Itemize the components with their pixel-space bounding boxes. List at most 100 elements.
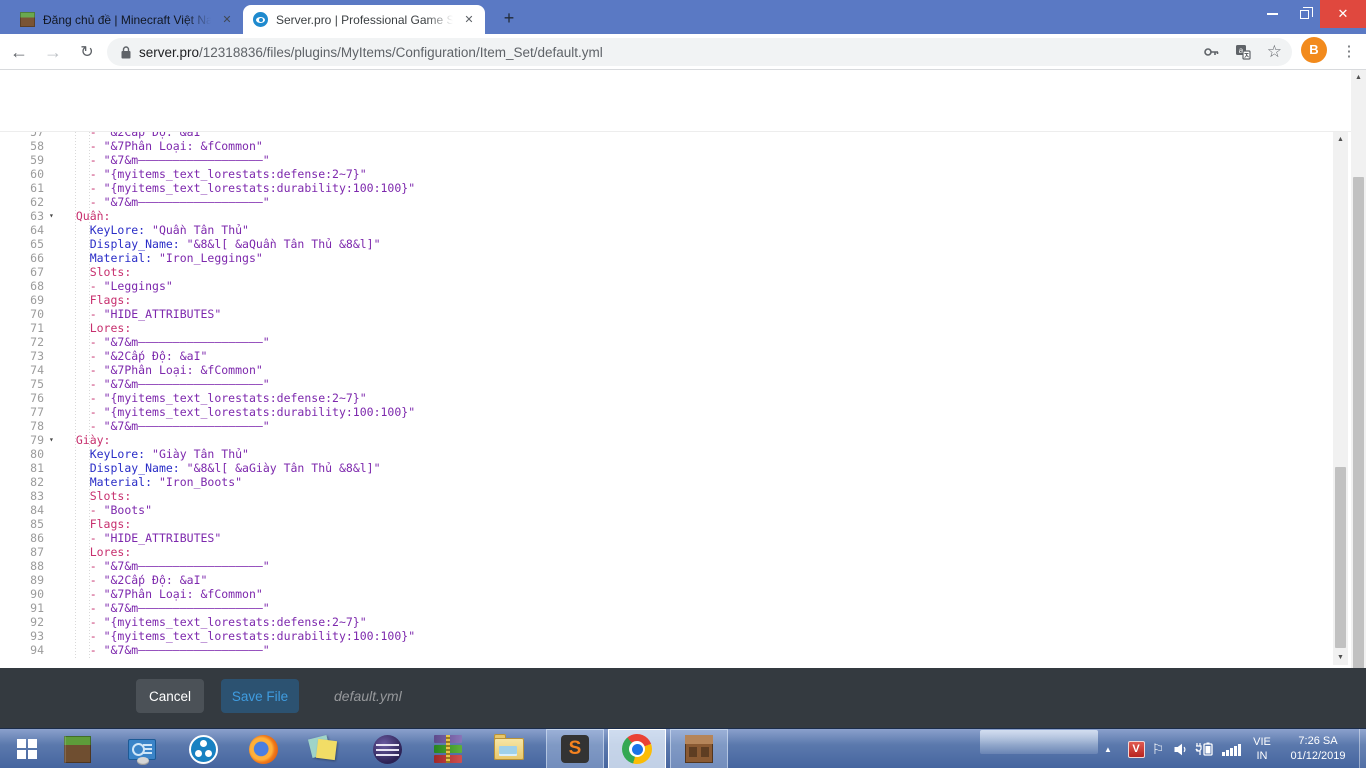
editor-line[interactable]: 69 Flags: bbox=[0, 293, 1333, 307]
editor-line[interactable]: 67 Slots: bbox=[0, 265, 1333, 279]
editor-line[interactable]: 82 Material: "Iron_Boots" bbox=[0, 475, 1333, 489]
editor-line[interactable]: 66 Material: "Iron_Leggings" bbox=[0, 251, 1333, 265]
scroll-up-icon[interactable]: ▲ bbox=[1333, 132, 1348, 147]
editor-line[interactable]: 57 - "&2Cấp Độ: &aI" bbox=[0, 132, 1333, 139]
start-button[interactable] bbox=[7, 729, 47, 768]
page-scrollbar-thumb[interactable] bbox=[1353, 177, 1364, 705]
fold-arrow-icon[interactable]: ▾ bbox=[44, 209, 62, 223]
tray-action-center-flag-icon[interactable]: ⚐ bbox=[1148, 729, 1168, 768]
line-number: 68 bbox=[30, 279, 44, 293]
editor-line[interactable]: 85 Flags: bbox=[0, 517, 1333, 531]
taskbar-crafting-table[interactable] bbox=[670, 729, 728, 768]
forward-button[interactable]: → bbox=[38, 37, 68, 67]
url-text[interactable]: server.pro/12318836/files/plugins/MyItem… bbox=[139, 45, 603, 60]
editor-scrollbar-thumb[interactable] bbox=[1335, 467, 1346, 648]
editor-line[interactable]: 86 - "HIDE_ATTRIBUTES" bbox=[0, 531, 1333, 545]
editor-line[interactable]: 94 - "&7&m——————————————————" bbox=[0, 643, 1333, 657]
editor-line[interactable]: 78 - "&7&m——————————————————" bbox=[0, 419, 1333, 433]
tab-close-icon[interactable]: ✕ bbox=[219, 12, 235, 28]
code-text: - "&7Phân Loại: &fCommon" bbox=[89, 363, 263, 377]
taskbar-dots-app[interactable] bbox=[183, 729, 223, 768]
tab-minecraft-forum[interactable]: Đăng chủ đề | Minecraft Việt Nam ✕ bbox=[10, 5, 243, 34]
line-number: 86 bbox=[30, 531, 44, 545]
taskbar-file-explorer[interactable] bbox=[489, 729, 529, 768]
tray-overflow-chevron-icon[interactable]: ▲ bbox=[1098, 729, 1118, 768]
taskbar-firefox[interactable] bbox=[243, 729, 283, 768]
editor-line[interactable]: 90 - "&7Phân Loại: &fCommon" bbox=[0, 587, 1333, 601]
editor-line[interactable]: 76 - "{myitems_text_lorestats:defense:2~… bbox=[0, 391, 1333, 405]
profile-avatar[interactable]: B bbox=[1301, 37, 1327, 63]
tray-network-signal-icon[interactable] bbox=[1218, 729, 1244, 768]
scroll-down-icon[interactable]: ▼ bbox=[1333, 650, 1348, 665]
taskbar-winrar[interactable] bbox=[428, 729, 468, 768]
tray-language-indicator[interactable]: VIE IN bbox=[1246, 729, 1278, 768]
tray-clock[interactable]: 7:26 SA 01/12/2019 bbox=[1282, 729, 1354, 768]
editor-line[interactable]: 63 ▾ Quần: bbox=[0, 209, 1333, 223]
taskbar-sticky-notes[interactable] bbox=[303, 729, 343, 768]
clock-time: 7:26 SA bbox=[1298, 735, 1338, 747]
lock-icon[interactable] bbox=[121, 45, 131, 59]
code-text: Slots: bbox=[89, 265, 132, 279]
editor-line[interactable]: 61 - "{myitems_text_lorestats:durability… bbox=[0, 181, 1333, 195]
editor-scrollbar[interactable]: ▲ ▼ bbox=[1333, 132, 1348, 665]
editor-line[interactable]: 59 - "&7&m——————————————————" bbox=[0, 153, 1333, 167]
show-desktop-button[interactable] bbox=[1359, 729, 1366, 768]
page-scrollbar[interactable]: ▲ ▼ bbox=[1351, 70, 1366, 728]
tray-speaker-icon[interactable] bbox=[1170, 729, 1190, 768]
editor-line[interactable]: 87 Lores: bbox=[0, 545, 1333, 559]
editor-line[interactable]: 79 ▾ Giày: bbox=[0, 433, 1333, 447]
fold-arrow-icon[interactable]: ▾ bbox=[44, 433, 62, 447]
minimize-button[interactable] bbox=[1256, 0, 1288, 28]
editor-line[interactable]: 83 Slots: bbox=[0, 489, 1333, 503]
editor-line[interactable]: 58 - "&7Phân Loại: &fCommon" bbox=[0, 139, 1333, 153]
editor-line[interactable]: 81 Display_Name: "&8&l[ &aGiày Tân Thủ &… bbox=[0, 461, 1333, 475]
scroll-up-icon[interactable]: ▲ bbox=[1351, 70, 1366, 85]
editor-line[interactable]: 60 - "{myitems_text_lorestats:defense:2~… bbox=[0, 167, 1333, 181]
save-file-button[interactable]: Save File bbox=[221, 679, 299, 713]
taskbar-eclipse[interactable] bbox=[367, 729, 407, 768]
password-key-icon[interactable] bbox=[1203, 44, 1219, 60]
taskbar-display-settings[interactable] bbox=[122, 729, 162, 768]
reload-button[interactable]: ↻ bbox=[72, 37, 102, 67]
editor-line[interactable]: 91 - "&7&m——————————————————" bbox=[0, 601, 1333, 615]
address-bar[interactable]: server.pro/12318836/files/plugins/MyItem… bbox=[107, 38, 1292, 66]
editor-line[interactable]: 68 - "Leggings" bbox=[0, 279, 1333, 293]
editor-line[interactable]: 93 - "{myitems_text_lorestats:durability… bbox=[0, 629, 1333, 643]
editor-line[interactable]: 72 - "&7&m——————————————————" bbox=[0, 335, 1333, 349]
windows-logo-icon bbox=[17, 739, 37, 759]
blue-dots-app-icon bbox=[188, 734, 218, 764]
editor-line[interactable]: 74 - "&7Phân Loại: &fCommon" bbox=[0, 363, 1333, 377]
back-button[interactable]: ← bbox=[4, 37, 34, 67]
editor-line[interactable]: 88 - "&7&m——————————————————" bbox=[0, 559, 1333, 573]
editor-line[interactable]: 65 Display_Name: "&8&l[ &aQuần Tân Thủ &… bbox=[0, 237, 1333, 251]
editor-line[interactable]: 70 - "HIDE_ATTRIBUTES" bbox=[0, 307, 1333, 321]
taskbar-chrome[interactable] bbox=[608, 729, 666, 768]
editor-line[interactable]: 64 KeyLore: "Quần Tân Thủ" bbox=[0, 223, 1333, 237]
restore-button[interactable] bbox=[1288, 0, 1320, 28]
code-editor[interactable]: 57 - "&2Cấp Độ: &aI" 58 - "&7Phân Loại: &… bbox=[0, 132, 1333, 663]
editor-line[interactable]: 89 - "&2Cấp Độ: &aI" bbox=[0, 573, 1333, 587]
close-button[interactable]: ✕ bbox=[1320, 0, 1366, 28]
new-tab-button[interactable]: + bbox=[497, 7, 521, 31]
browser-menu-icon[interactable]: ⋮ bbox=[1336, 37, 1362, 67]
editor-line[interactable]: 75 - "&7&m——————————————————" bbox=[0, 377, 1333, 391]
tab-serverpro[interactable]: Server.pro | Professional Game Se ✕ bbox=[243, 5, 485, 34]
tray-unikey[interactable]: V bbox=[1125, 729, 1147, 768]
tab-close-icon[interactable]: ✕ bbox=[461, 12, 477, 28]
editor-line[interactable]: 80 KeyLore: "Giày Tân Thủ" bbox=[0, 447, 1333, 461]
editor-line[interactable]: 92 - "{myitems_text_lorestats:defense:2~… bbox=[0, 615, 1333, 629]
tray-battery-icon[interactable] bbox=[1192, 729, 1218, 768]
taskbar-sublime-text[interactable]: S bbox=[546, 729, 604, 768]
editor-line[interactable]: 73 - "&2Cấp Độ: &aI" bbox=[0, 349, 1333, 363]
cancel-button[interactable]: Cancel bbox=[136, 679, 204, 713]
editor-line[interactable]: 62 - "&7&m——————————————————" bbox=[0, 195, 1333, 209]
editor-line[interactable]: 84 - "Boots" bbox=[0, 503, 1333, 517]
taskbar-minecraft[interactable] bbox=[57, 729, 97, 768]
bookmark-star-icon[interactable]: ☆ bbox=[1267, 42, 1282, 62]
editor-line[interactable]: 77 - "{myitems_text_lorestats:durability… bbox=[0, 405, 1333, 419]
editor-line[interactable]: 71 Lores: bbox=[0, 321, 1333, 335]
translate-icon[interactable]: a bbox=[1235, 44, 1251, 60]
